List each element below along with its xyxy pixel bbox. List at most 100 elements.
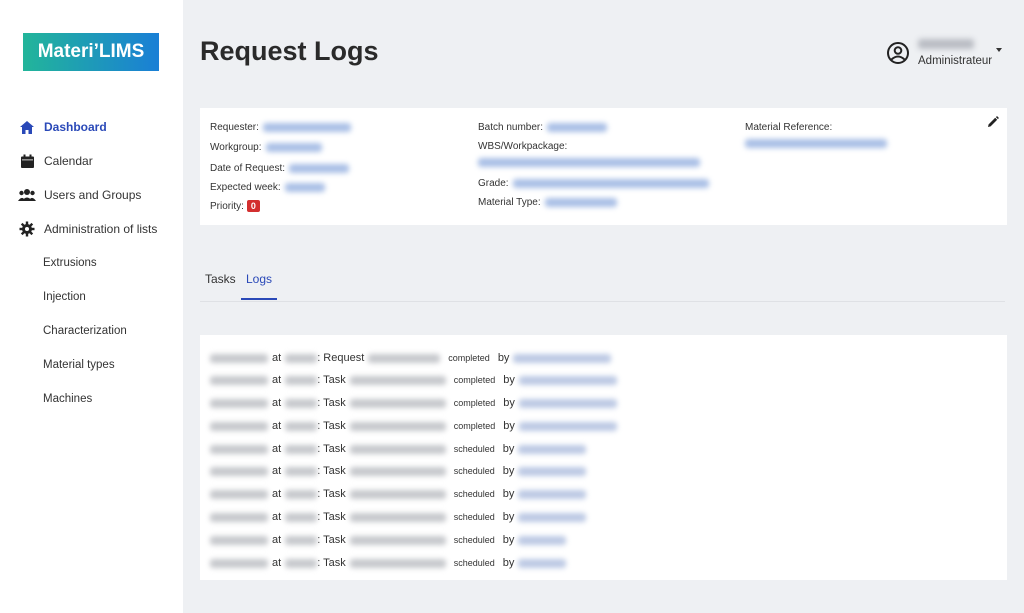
app-logo[interactable]: Materi’LIMS (23, 33, 159, 71)
redacted-value (262, 122, 351, 132)
pencil-icon[interactable] (987, 115, 999, 127)
redacted-value (349, 466, 446, 476)
tab-tasks[interactable]: Tasks (205, 272, 236, 298)
home-icon (18, 119, 36, 135)
log-by-word: by (503, 397, 515, 409)
redacted-value (513, 353, 612, 363)
account-circle-icon (886, 41, 910, 65)
user-name-redacted (918, 39, 974, 49)
log-kind: : Task (317, 488, 346, 500)
redacted-value (285, 421, 318, 431)
tab-logs[interactable]: Logs (241, 272, 278, 300)
log-status: scheduled (453, 558, 495, 568)
redacted-value (285, 375, 318, 385)
wbs-label: WBS/Workpackage: (478, 141, 568, 152)
priority-field: Priority: 0 (210, 200, 260, 212)
log-by-word: by (503, 374, 515, 386)
redacted-value (349, 558, 446, 568)
sidebar-item-label: Dashboard (44, 120, 107, 134)
redacted-value (547, 122, 608, 132)
log-row: at : Task scheduled by (210, 554, 567, 572)
sidebar-item-users-and-groups[interactable]: Users and Groups (0, 178, 183, 212)
log-at-word: at (272, 420, 282, 432)
workgroup-label: Workgroup: (210, 142, 262, 153)
redacted-value (349, 421, 446, 431)
sidebar-subitem-machines[interactable]: Machines (0, 382, 183, 416)
redacted-value (349, 375, 446, 385)
material-reference-label: Material Reference: (745, 122, 833, 133)
redacted-value (349, 512, 446, 522)
calendar-icon (18, 153, 36, 169)
redacted-value (745, 138, 887, 148)
sidebar-subitem-characterization[interactable]: Characterization (0, 314, 183, 348)
log-kind: : Task (317, 511, 346, 523)
sidebar-item-dashboard[interactable]: Dashboard (0, 110, 183, 144)
wbs-field: WBS/Workpackage: (478, 141, 567, 152)
redacted-value (210, 375, 268, 385)
redacted-value (349, 535, 446, 545)
log-kind: : Task (317, 374, 346, 386)
users-icon (18, 187, 36, 203)
log-status: scheduled (453, 489, 495, 499)
log-row: at: Task scheduled by (210, 531, 567, 549)
sidebar-item-label: Administration of lists (44, 222, 158, 236)
redacted-value (210, 512, 268, 522)
log-kind: : Task (317, 443, 346, 455)
sidebar-nav: Dashboard Calendar Users and Groups Admi… (0, 110, 183, 416)
redacted-value (518, 444, 587, 454)
sidebar-item-label: Users and Groups (44, 188, 142, 202)
batch-number-label: Batch number: (478, 122, 544, 133)
log-at-word: at (272, 352, 282, 364)
log-status: completed (453, 375, 496, 385)
sidebar-item-calendar[interactable]: Calendar (0, 144, 183, 178)
caret-down-icon[interactable] (996, 48, 1002, 52)
grade-label: Grade: (478, 178, 509, 189)
redacted-value (518, 558, 567, 568)
material-type-label: Material Type: (478, 197, 541, 208)
user-role: Administrateur (918, 55, 993, 67)
log-by-word: by (502, 465, 515, 477)
log-by-word: by (502, 557, 515, 569)
redacted-value (518, 421, 617, 431)
log-status: scheduled (453, 535, 495, 545)
request-details-card: Requester: Workgroup: Date of Request: E… (200, 108, 1007, 225)
log-by-word: by (502, 534, 515, 546)
redacted-value (285, 512, 318, 522)
redacted-value (478, 157, 700, 167)
redacted-value (285, 466, 318, 476)
log-kind: : Task (317, 397, 346, 409)
redacted-value (285, 558, 318, 568)
redacted-value (349, 489, 446, 499)
material-reference-field: Material Reference: (745, 122, 832, 133)
sidebar-item-administration-of-lists[interactable]: Administration of lists (0, 212, 183, 246)
gear-icon (18, 221, 36, 237)
log-status: completed (453, 421, 496, 431)
redacted-value (544, 197, 617, 207)
redacted-value (285, 535, 318, 545)
log-at-word: at (272, 534, 282, 546)
redacted-value (210, 558, 268, 568)
expected-week-field: Expected week: (210, 182, 325, 193)
log-by-word: by (502, 443, 515, 455)
workgroup-field: Workgroup: (210, 142, 322, 153)
sidebar-subitem-extrusions[interactable]: Extrusions (0, 246, 183, 280)
log-at-word: at (272, 488, 282, 500)
user-menu[interactable]: Administrateur (886, 36, 1011, 76)
sidebar-subitem-injection[interactable]: Injection (0, 280, 183, 314)
log-at-word: at (272, 397, 282, 409)
log-kind: : Task (317, 557, 346, 569)
log-at-word: at (272, 557, 282, 569)
sidebar: Materi’LIMS Dashboard Calendar Users and… (0, 0, 183, 613)
redacted-value (349, 444, 446, 454)
redacted-value (518, 398, 617, 408)
sidebar-subitem-material-types[interactable]: Material types (0, 348, 183, 382)
redacted-value (518, 466, 587, 476)
priority-badge: 0 (246, 200, 260, 212)
log-kind: : Task (317, 420, 346, 432)
log-kind: : Request (317, 352, 365, 364)
log-row: at: Task scheduled by (210, 508, 587, 526)
log-by-word: by (503, 420, 515, 432)
material-type-field: Material Type: (478, 197, 617, 208)
redacted-value (518, 375, 617, 385)
log-kind: : Task (317, 465, 346, 477)
